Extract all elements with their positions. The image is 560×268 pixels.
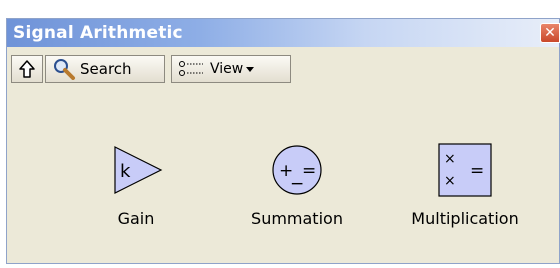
palette-item-label: Summation <box>251 209 343 228</box>
palette-item-label: Gain <box>117 209 155 228</box>
gain-triangle-icon: k <box>105 139 167 201</box>
palette-toolbar: Search View <box>11 53 553 87</box>
up-button[interactable] <box>11 55 43 83</box>
summation-circle-icon: + = − <box>266 139 328 201</box>
multiplication-box-icon: × × = <box>434 139 496 201</box>
palette-content: k Gain + = − Summation × × = Multiplicat… <box>11 89 553 261</box>
palette-item-summation[interactable]: + = − Summation <box>227 139 367 228</box>
view-label: View <box>210 61 244 77</box>
close-icon: ✕ <box>544 25 556 41</box>
search-icon <box>54 59 75 80</box>
title-bar[interactable]: Signal Arithmetic ✕ <box>7 19 560 47</box>
times-symbol-top: × <box>444 151 456 167</box>
equal-symbol: = <box>470 161 484 181</box>
palette-item-multiplication[interactable]: × × = Multiplication <box>395 139 535 228</box>
minus-symbol: − <box>290 174 304 194</box>
chevron-down-icon <box>246 67 255 72</box>
signal-arithmetic-palette-window: Signal Arithmetic ✕ Search View k Gain +… <box>6 18 560 264</box>
search-label: Search <box>80 60 132 78</box>
view-menu-button[interactable]: View <box>171 55 291 83</box>
close-button[interactable]: ✕ <box>540 23 560 43</box>
search-button[interactable]: Search <box>45 55 165 83</box>
window-title: Signal Arithmetic <box>13 23 183 43</box>
view-list-icon <box>179 61 203 76</box>
up-arrow-icon <box>19 60 35 78</box>
palette-item-label: Multiplication <box>411 209 519 228</box>
gain-symbol: k <box>120 161 131 182</box>
times-symbol-bottom: × <box>444 173 456 189</box>
palette-item-gain[interactable]: k Gain <box>81 139 191 228</box>
